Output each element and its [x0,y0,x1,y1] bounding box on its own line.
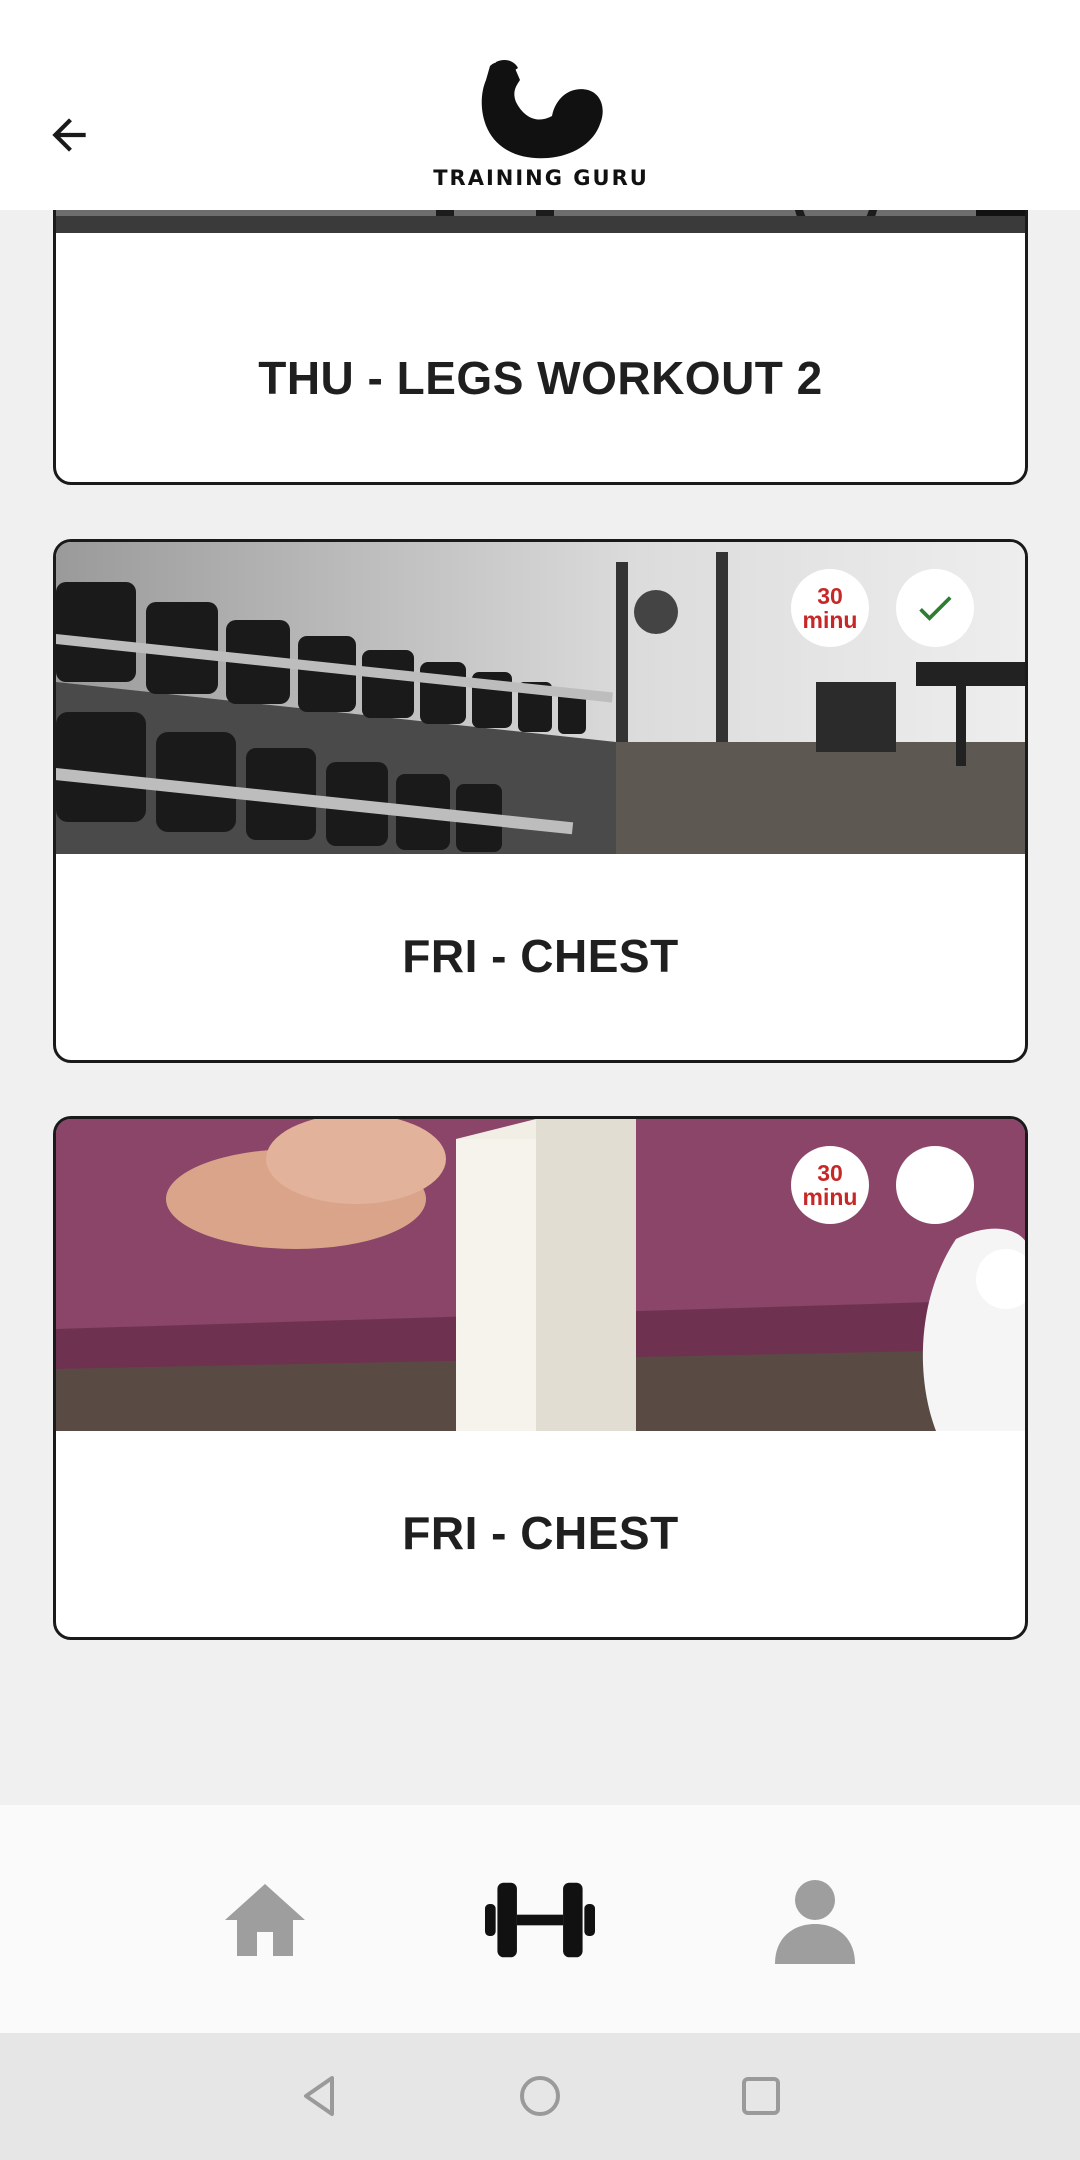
arrow-left-icon [52,118,86,152]
system-home-button[interactable] [507,2063,573,2129]
boxed-water-image [56,1119,1025,1431]
nav-home[interactable] [210,1865,320,1975]
back-triangle-icon [304,2076,334,2116]
recents-square-icon [742,2077,780,2115]
system-navigation-bar [0,2033,1080,2160]
gym-benches-image [56,210,1025,233]
duration-value: 30 [817,582,843,609]
training-guru-logo: TRAINING GURU [430,58,652,208]
workout-title: THU - LEGS WORKOUT 2 [258,352,823,404]
dumbbell-icon [485,1882,595,1958]
logo-text: TRAINING GURU [433,166,649,190]
person-icon [775,1880,855,1964]
workout-card[interactable]: 30 minu FRI - CHEST [53,539,1028,1063]
workout-title: FRI - CHEST [402,930,679,982]
back-button[interactable] [36,102,102,168]
system-back-button[interactable] [287,2063,353,2129]
home-circle-icon [520,2076,560,2116]
completion-toggle[interactable] [896,1146,974,1224]
dumbbell-rack-image [56,542,1025,854]
bottom-navigation [0,1805,1080,2033]
duration-badge: 30 minu [791,569,869,647]
workout-card[interactable]: THU - LEGS WORKOUT 2 [53,210,1028,485]
home-icon [225,1884,305,1956]
completion-toggle[interactable] [896,569,974,647]
workout-card[interactable]: 30 minu FRI - CHEST [53,1116,1028,1640]
nav-profile[interactable] [760,1865,870,1975]
duration-unit: minu [802,1184,858,1210]
check-icon [919,596,952,621]
flexed-bicep-logo-icon [481,60,603,159]
workout-list[interactable]: THU - LEGS WORKOUT 2 30 minu FRI - CHEST… [0,210,1080,1805]
system-recents-button[interactable] [728,2063,794,2129]
duration-badge: 30 minu [791,1146,869,1224]
duration-unit: minu [802,607,858,633]
workout-title: FRI - CHEST [402,1507,679,1559]
app-header: TRAINING GURU [0,0,1080,210]
nav-workouts[interactable] [485,1865,595,1975]
duration-value: 30 [817,1159,843,1186]
